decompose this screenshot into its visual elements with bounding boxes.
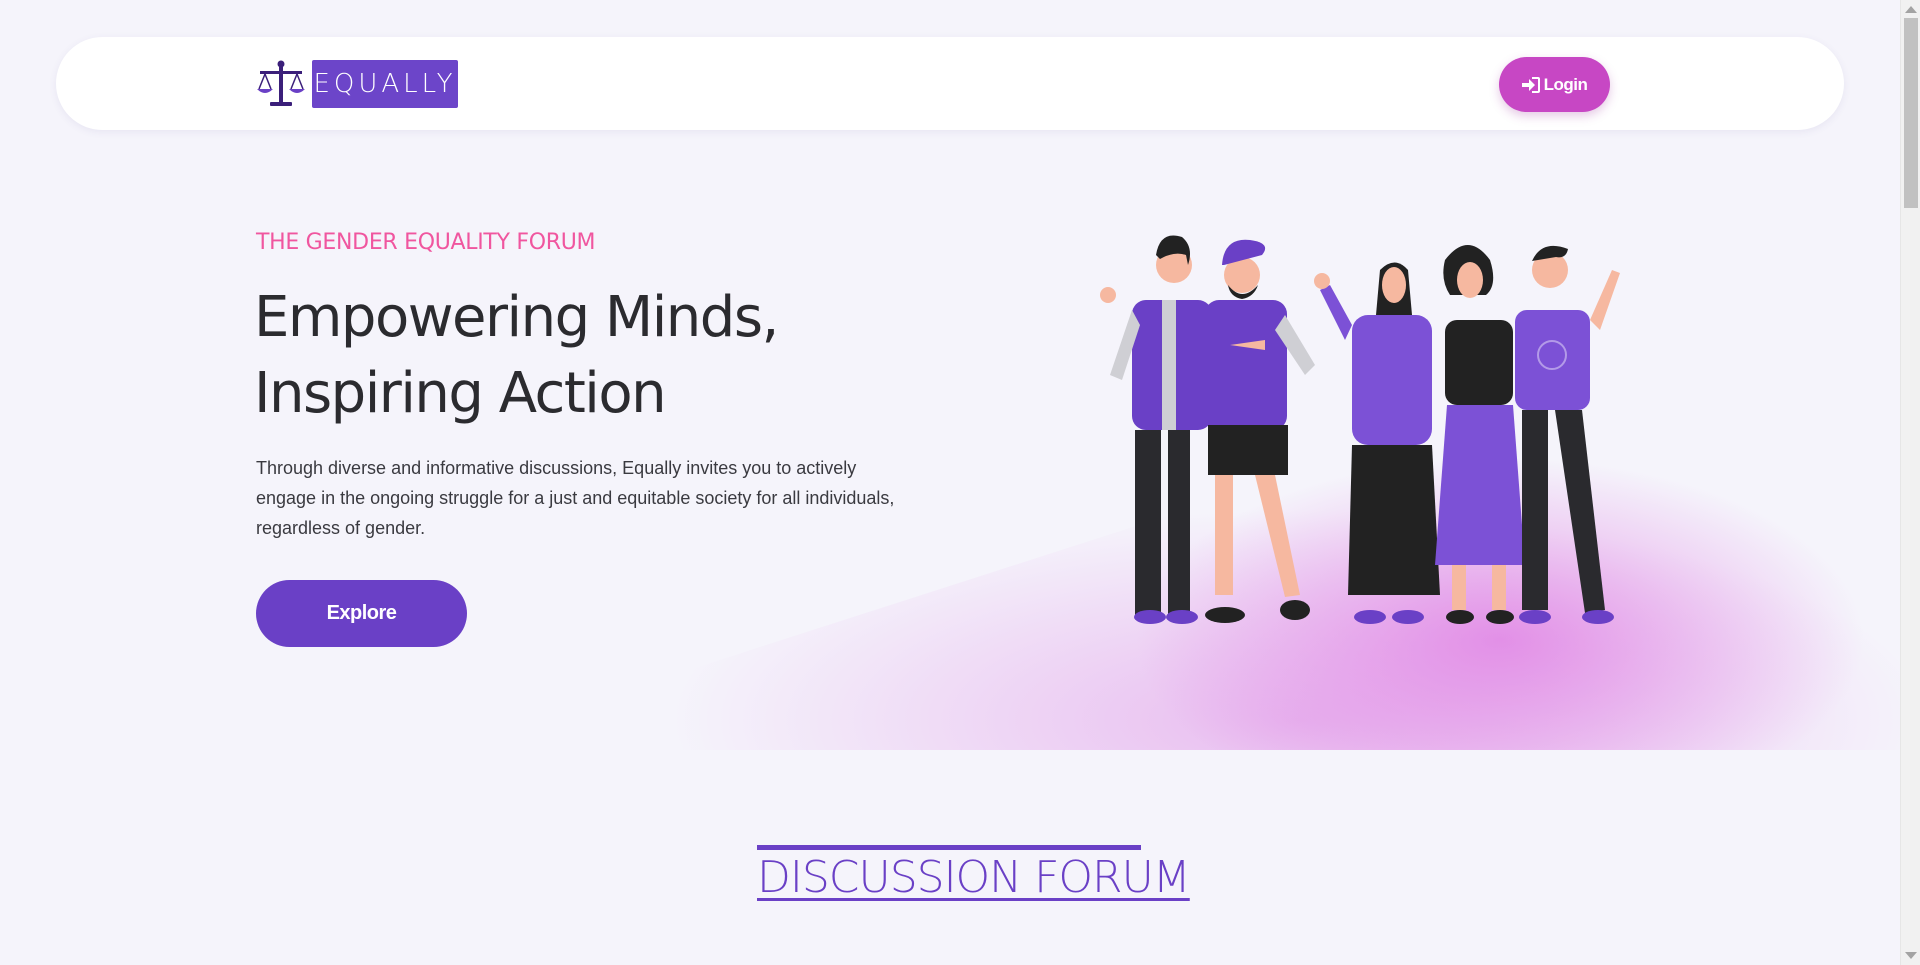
scales-of-justice-icon <box>257 60 305 106</box>
discussion-forum-title[interactable]: DISCUSSION FORUM <box>757 845 1191 910</box>
explore-button[interactable]: Explore <box>256 580 467 647</box>
scroll-up-arrow-icon[interactable] <box>1905 6 1917 13</box>
brand-logo[interactable]: EQUALLY <box>256 60 458 108</box>
group-of-people-illustration <box>1100 235 1620 624</box>
person-1-figure <box>1100 235 1212 624</box>
login-label: Login <box>1543 74 1588 94</box>
page: EQUALLY Login THE GENDER EQUALITY FORUM … <box>0 0 1920 965</box>
hero-intro-text: Through diverse and informative discussi… <box>256 458 895 538</box>
headline-line-1: Empowering Minds, <box>254 285 779 350</box>
navbar: EQUALLY Login <box>56 37 1844 130</box>
scrollbar-thumb[interactable] <box>1904 18 1918 208</box>
brand-name: EQUALLY <box>312 60 458 108</box>
headline-line-2: Inspiring Action <box>254 361 667 426</box>
person-2-figure <box>1205 239 1315 623</box>
hero-eyebrow: THE GENDER EQUALITY FORUM <box>256 230 596 255</box>
person-4-figure <box>1435 245 1525 624</box>
scroll-down-arrow-icon[interactable] <box>1905 952 1917 959</box>
vertical-scrollbar[interactable] <box>1900 0 1920 965</box>
person-5-figure <box>1515 245 1620 624</box>
sign-in-icon <box>1521 76 1540 93</box>
login-button[interactable]: Login <box>1499 57 1610 112</box>
person-3-figure <box>1314 262 1440 624</box>
hero-headline: Empowering Minds, Inspiring Action <box>254 280 954 432</box>
